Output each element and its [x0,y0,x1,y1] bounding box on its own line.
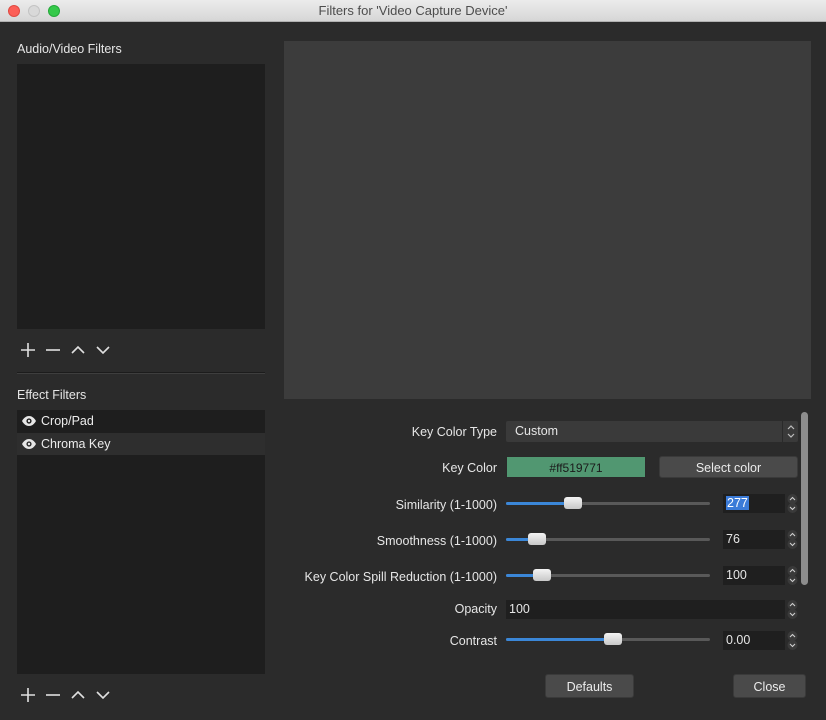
effect-filters-list[interactable]: Crop/Pad Chroma Key [17,410,265,674]
add-audio-video-filter-button[interactable] [20,342,36,358]
plus-icon [21,688,35,702]
contrast-label: Contrast [449,634,497,648]
audio-video-filters-list[interactable] [17,64,265,329]
key-color-type-label: Key Color Type [411,425,497,439]
slider-fill [506,638,613,641]
defaults-button[interactable]: Defaults [545,674,634,698]
contrast-slider[interactable] [506,632,710,648]
slider-handle[interactable] [604,633,622,645]
smoothness-slider[interactable] [506,532,710,548]
key-color-type-value: Custom [515,424,559,438]
scrollbar-thumb[interactable] [801,412,808,585]
chevron-down-icon [96,346,110,355]
similarity-label: Similarity (1-1000) [395,498,497,512]
smoothness-label: Smoothness (1-1000) [376,534,497,548]
similarity-slider[interactable] [506,496,710,512]
remove-effect-filter-button[interactable] [45,687,61,703]
updown-arrows-icon [782,421,798,442]
opacity-value: 100 [509,602,530,616]
slider-handle[interactable] [528,533,546,545]
title-bar: Filters for 'Video Capture Device' [0,0,826,22]
opacity-stepper-icon[interactable] [786,600,799,619]
properties-scrollbar[interactable] [800,411,809,651]
smoothness-input[interactable]: 76 [723,530,785,549]
similarity-value: 277 [726,496,749,510]
slider-fill [506,502,573,505]
key-color-label: Key Color [442,461,497,475]
key-color-type-select[interactable]: Custom [506,421,798,442]
spill-reduction-value: 100 [726,568,747,582]
opacity-input[interactable]: 100 [506,600,785,619]
spill-reduction-label: Key Color Spill Reduction (1-1000) [304,570,497,584]
minus-icon [46,349,60,351]
spill-reduction-stepper-icon[interactable] [786,566,799,585]
splitter[interactable] [17,372,265,374]
spill-reduction-input[interactable]: 100 [723,566,785,585]
contrast-value: 0.00 [726,633,751,647]
chevron-down-icon [96,691,110,700]
similarity-input[interactable]: 277 [723,494,785,513]
filter-preview [284,41,811,399]
filter-item-chroma-key[interactable]: Chroma Key [17,433,265,455]
smoothness-stepper-icon[interactable] [786,530,799,549]
move-up-effect-filter-button[interactable] [70,687,86,703]
contrast-input[interactable]: 0.00 [723,631,785,650]
minus-icon [46,694,60,696]
chevron-up-icon [71,690,85,699]
add-effect-filter-button[interactable] [20,687,36,703]
contrast-stepper-icon[interactable] [786,631,799,650]
chevron-up-icon [71,345,85,354]
similarity-stepper-icon[interactable] [786,494,799,513]
slider-handle[interactable] [564,497,582,509]
key-color-swatch: #ff519771 [506,456,646,478]
move-up-audio-video-filter-button[interactable] [70,342,86,358]
opacity-label: Opacity [454,602,497,616]
effect-filters-label: Effect Filters [17,388,87,402]
effect-toolbar [20,687,111,703]
smoothness-value: 76 [726,532,740,546]
spill-reduction-slider[interactable] [506,568,710,584]
select-color-button[interactable]: Select color [659,456,798,478]
filter-item-crop-pad[interactable]: Crop/Pad [17,410,265,432]
filter-item-label: Crop/Pad [41,414,94,428]
audio-video-filters-label: Audio/Video Filters [17,42,122,56]
eye-icon[interactable] [21,438,37,450]
audio-video-toolbar [20,342,111,358]
slider-handle[interactable] [533,569,551,581]
plus-icon [21,343,35,357]
move-down-effect-filter-button[interactable] [95,687,111,703]
window-title: Filters for 'Video Capture Device' [318,3,508,18]
close-button[interactable]: Close [733,674,806,698]
remove-audio-video-filter-button[interactable] [45,342,61,358]
move-down-audio-video-filter-button[interactable] [95,342,111,358]
filter-item-label: Chroma Key [41,437,111,451]
eye-icon[interactable] [21,415,37,427]
